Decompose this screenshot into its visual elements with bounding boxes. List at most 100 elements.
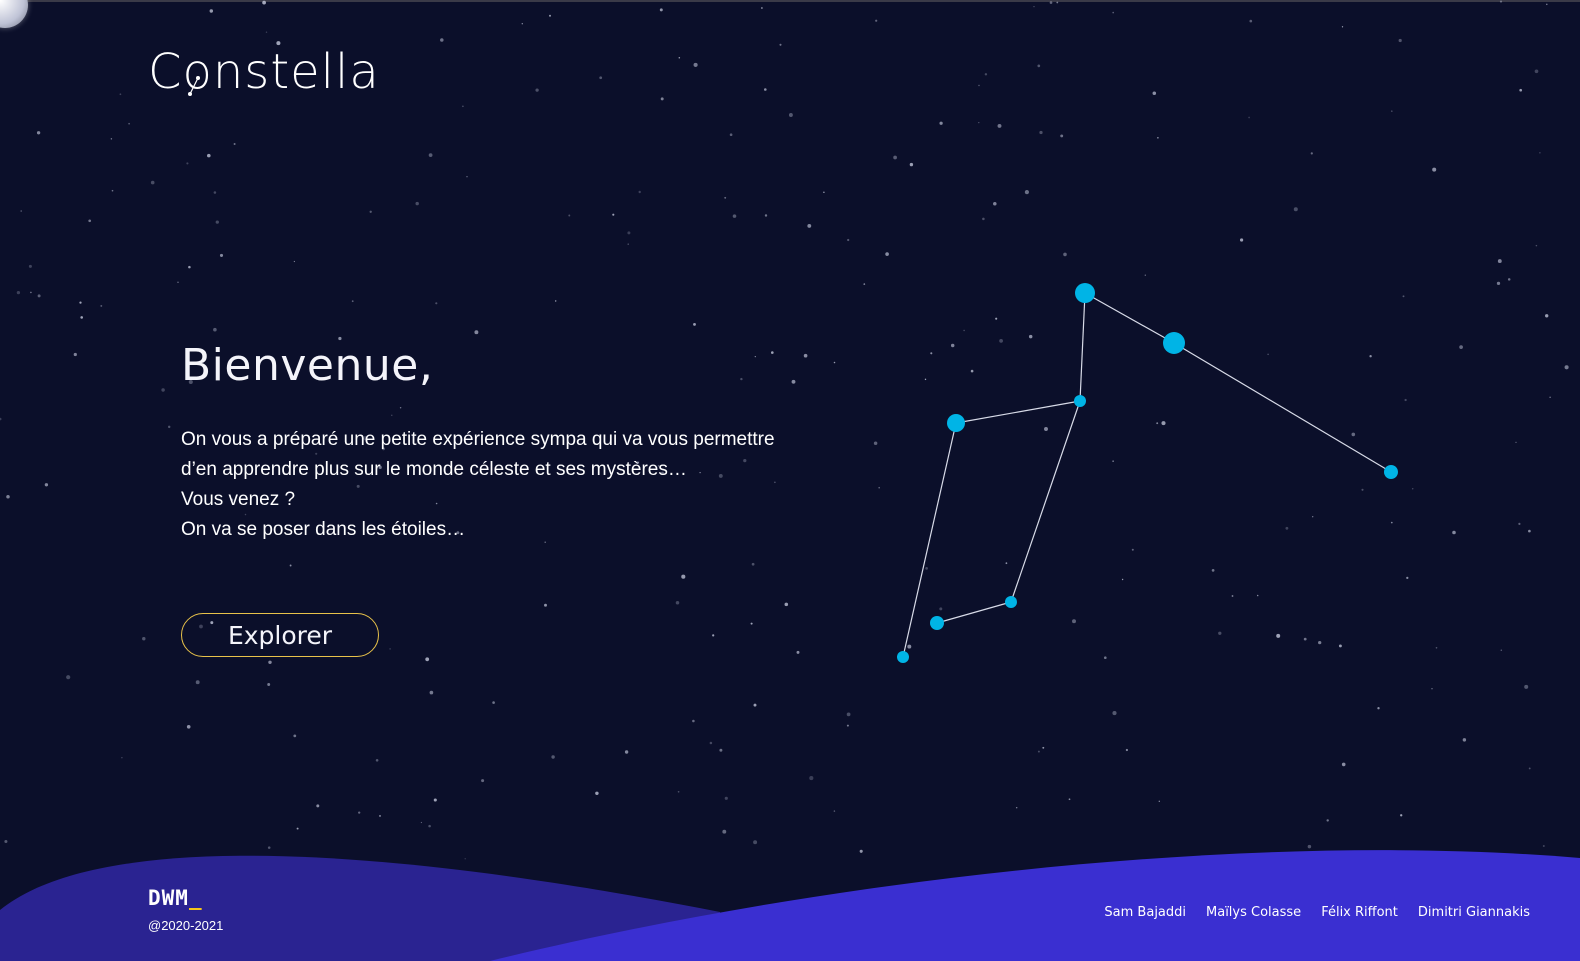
- background-star: [177, 281, 179, 283]
- background-star: [213, 327, 217, 332]
- background-star: [1218, 631, 1222, 635]
- background-star: [1524, 684, 1529, 689]
- background-star: [186, 724, 191, 729]
- background-star: [1326, 819, 1329, 822]
- background-star: [128, 122, 130, 125]
- background-star: [612, 213, 615, 216]
- background-star: [693, 62, 698, 67]
- background-star: [724, 796, 728, 800]
- background-star: [369, 210, 372, 213]
- background-star: [732, 214, 737, 218]
- background-star: [1005, 562, 1008, 565]
- background-star: [764, 88, 767, 91]
- footer-credits: Sam Bajaddi Maïlys Colasse Félix Riffont…: [1104, 905, 1530, 920]
- credit-name[interactable]: Maïlys Colasse: [1206, 905, 1301, 920]
- background-star: [420, 821, 423, 824]
- background-star: [1515, 441, 1517, 444]
- background-star: [1507, 278, 1511, 281]
- background-star: [595, 791, 599, 796]
- background-star: [1144, 274, 1146, 276]
- background-star: [265, 31, 268, 33]
- background-star: [100, 304, 103, 307]
- background-star: [6, 494, 10, 499]
- background-star: [1157, 137, 1159, 139]
- background-star: [1351, 432, 1356, 437]
- background-star: [1152, 91, 1157, 96]
- background-star: [219, 253, 224, 257]
- background-star: [358, 811, 361, 814]
- background-star: [978, 84, 980, 87]
- background-star: [379, 814, 381, 817]
- footer-copyright: @2020-2021: [148, 918, 224, 933]
- background-star: [1042, 746, 1045, 749]
- credit-name[interactable]: Félix Riffont: [1321, 905, 1398, 920]
- background-star: [462, 105, 464, 108]
- background-star: [659, 8, 663, 12]
- background-star: [709, 741, 713, 745]
- background-star: [1125, 748, 1129, 752]
- background-star: [1377, 707, 1380, 710]
- background-star: [1312, 516, 1314, 518]
- background-star: [751, 562, 755, 566]
- background-star: [142, 636, 146, 641]
- background-star: [681, 574, 686, 579]
- background-star: [939, 121, 943, 125]
- background-star: [1037, 64, 1041, 68]
- background-star: [79, 301, 82, 304]
- background-star: [440, 38, 444, 42]
- background-star: [195, 680, 200, 685]
- background-star: [36, 131, 41, 135]
- background-star: [1249, 19, 1253, 23]
- credit-name[interactable]: Sam Bajaddi: [1104, 905, 1186, 920]
- background-star: [44, 483, 49, 487]
- background-star: [316, 804, 320, 808]
- background-star: [1459, 345, 1463, 349]
- background-star: [1248, 116, 1250, 119]
- background-star: [1267, 353, 1269, 356]
- credit-name[interactable]: Dimitri Giannakis: [1418, 905, 1530, 920]
- background-star: [677, 790, 680, 793]
- background-star: [1112, 460, 1114, 462]
- background-star: [1431, 688, 1433, 690]
- hero-line: On vous a préparé une petite expérience …: [181, 429, 775, 450]
- background-star: [1103, 656, 1107, 660]
- background-star: [1539, 152, 1541, 154]
- background-star: [692, 719, 695, 723]
- background-star: [428, 824, 431, 828]
- background-star: [779, 43, 782, 46]
- background-star: [660, 97, 664, 101]
- hero-line: On va se poser dans les étoiles…: [181, 519, 466, 540]
- background-star: [481, 779, 485, 783]
- background-star: [809, 776, 814, 781]
- background-star: [1361, 488, 1364, 491]
- background-star: [1435, 646, 1438, 649]
- background-star: [807, 223, 812, 228]
- background-star: [1044, 427, 1048, 431]
- background-star: [1049, 1, 1053, 4]
- background-star: [389, 648, 391, 650]
- hero-title: Bienvenue,: [181, 340, 434, 391]
- background-star: [1060, 134, 1064, 138]
- background-star: [425, 657, 430, 662]
- background-star: [939, 607, 943, 611]
- background-star: [638, 190, 641, 194]
- background-star: [207, 153, 211, 158]
- footer-brand-text: DWM: [148, 886, 189, 910]
- background-star: [1056, 1, 1059, 4]
- background-star: [885, 252, 889, 256]
- background-star: [873, 441, 878, 446]
- background-star: [16, 290, 21, 295]
- background-star: [1400, 814, 1403, 817]
- hero-section: Bienvenue, On vous a préparé une petite …: [181, 340, 821, 545]
- hero-line: Vous venez ?: [181, 489, 296, 510]
- background-star: [213, 191, 217, 194]
- background-star: [1240, 238, 1244, 242]
- background-star: [724, 196, 727, 199]
- background-star: [66, 675, 71, 680]
- background-star: [1546, 3, 1548, 6]
- explore-button[interactable]: Explorer: [181, 613, 379, 657]
- background-star: [30, 291, 32, 294]
- background-star: [233, 142, 236, 146]
- background-star: [599, 76, 603, 80]
- background-star: [289, 564, 292, 567]
